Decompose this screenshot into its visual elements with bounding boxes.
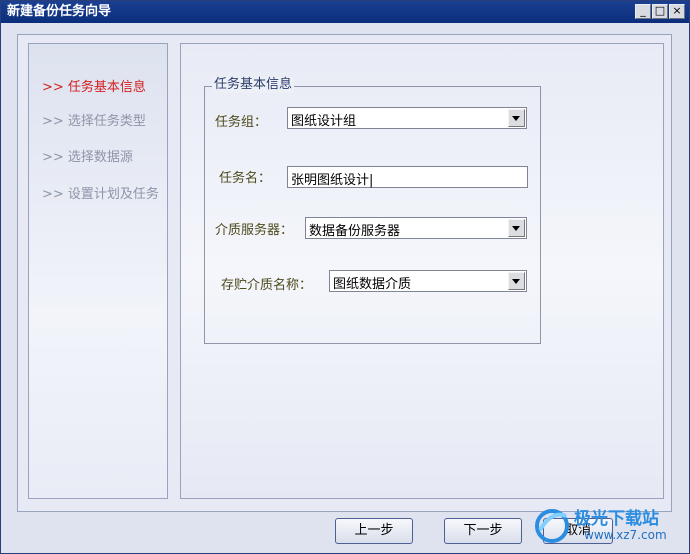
task-group-value: 图纸设计组 xyxy=(291,114,357,129)
chevron-down-icon[interactable] xyxy=(508,219,525,237)
window-title: 新建备份任务向导 xyxy=(7,4,112,19)
step-task-type: >> 选择任务类型 xyxy=(42,114,146,129)
media-server-label: 介质服务器： xyxy=(215,223,294,238)
group-title: 任务基本信息 xyxy=(212,77,295,93)
next-button[interactable]: 下一步 xyxy=(444,518,522,544)
step-schedule: >> 设置计划及任务 xyxy=(42,187,159,202)
step-basic-info: >> 任务基本信息 xyxy=(42,80,146,95)
task-name-value: 张明图纸设计| xyxy=(291,173,374,188)
watermark-url: www.xz7.com xyxy=(584,528,667,542)
step-data-source: >> 选择数据源 xyxy=(42,150,133,165)
minimize-button[interactable]: _ xyxy=(635,4,651,19)
media-name-select[interactable]: 图纸数据介质 xyxy=(329,270,527,292)
aurora-logo-icon xyxy=(535,509,569,543)
title-bar[interactable]: 新建备份任务向导 _ □ × xyxy=(1,1,689,23)
prev-button[interactable]: 上一步 xyxy=(335,518,413,544)
task-name-label: 任务名： xyxy=(219,171,272,186)
media-name-value: 图纸数据介质 xyxy=(333,277,412,292)
watermark-text: 极光下载站 xyxy=(574,509,659,529)
task-group-label: 任务组： xyxy=(215,115,268,130)
task-group-select[interactable]: 图纸设计组 xyxy=(287,107,527,129)
chevron-down-icon[interactable] xyxy=(508,272,525,290)
media-server-select[interactable]: 数据备份服务器 xyxy=(305,217,527,239)
chevron-down-icon[interactable] xyxy=(508,109,525,127)
media-server-value: 数据备份服务器 xyxy=(309,224,401,239)
media-name-label: 存贮介质名称： xyxy=(221,278,313,293)
close-button[interactable]: × xyxy=(669,4,685,19)
watermark: 极光下载站 www.xz7.com xyxy=(530,500,685,548)
task-name-input[interactable]: 张明图纸设计| xyxy=(287,166,528,188)
maximize-button[interactable]: □ xyxy=(652,4,668,19)
